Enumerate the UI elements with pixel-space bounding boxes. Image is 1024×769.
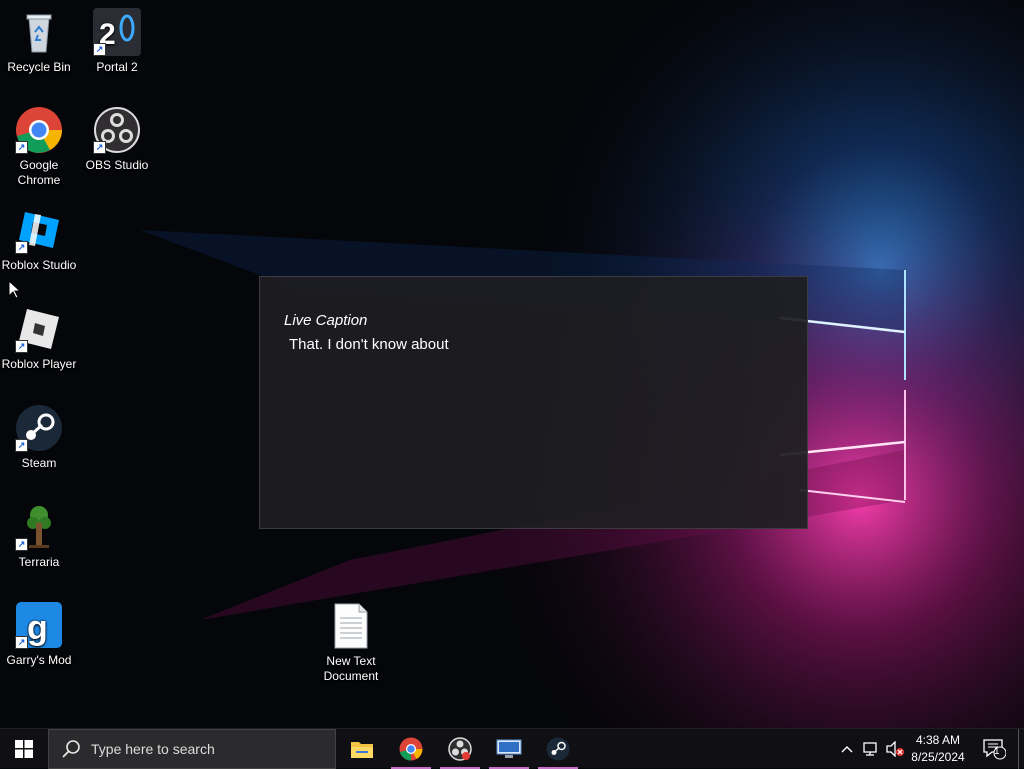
desktop-icon-recycle-bin[interactable]: Recycle Bin <box>0 8 78 75</box>
desktop-icon-label: Roblox Studio <box>1 258 77 272</box>
shortcut-arrow-icon: ↗ <box>15 636 28 649</box>
garrys-mod-icon: g ↗ <box>15 601 63 649</box>
chrome-icon: ↗ <box>15 106 63 154</box>
desktop-icon-label: OBS Studio <box>85 158 149 172</box>
desktop-icon-obs-studio[interactable]: ↗ OBS Studio <box>78 106 156 173</box>
show-desktop-button[interactable] <box>1018 729 1024 769</box>
roblox-studio-icon: ↗ <box>15 206 63 254</box>
roblox-player-icon: ↗ <box>15 305 63 353</box>
show-hidden-icons-button[interactable] <box>838 729 856 769</box>
start-button[interactable] <box>0 729 48 769</box>
live-caption-text: That. I don't know about <box>289 336 449 353</box>
steam-icon: ↗ <box>15 404 63 452</box>
taskbar-remote-desktop[interactable] <box>485 729 533 769</box>
search-icon <box>62 740 80 758</box>
remote-desktop-icon <box>496 739 522 758</box>
shortcut-arrow-icon: ↗ <box>93 43 106 56</box>
desktop-icon-label: New Text Document <box>323 654 379 683</box>
network-button[interactable] <box>860 729 882 769</box>
taskbar-steam[interactable] <box>534 729 582 769</box>
shortcut-arrow-icon: ↗ <box>15 241 28 254</box>
notification-count-badge: 1 <box>994 746 1000 757</box>
windows-logo-icon <box>15 740 33 758</box>
steam-icon <box>546 737 570 761</box>
chevron-up-icon <box>841 746 853 753</box>
clock-time: 4:38 AM <box>915 733 961 747</box>
taskbar-google-chrome[interactable] <box>387 729 435 769</box>
shortcut-arrow-icon: ↗ <box>15 538 28 551</box>
taskbar: 4:38 AM 8/25/2024 1 <box>0 728 1024 769</box>
taskbar-obs-studio[interactable] <box>436 729 484 769</box>
shortcut-arrow-icon: ↗ <box>15 439 28 452</box>
obs-icon <box>448 737 472 761</box>
mouse-cursor-icon <box>8 279 22 305</box>
chrome-icon <box>399 737 423 761</box>
shortcut-arrow-icon: ↗ <box>15 340 28 353</box>
obs-icon: ↗ <box>93 106 141 154</box>
terraria-icon: ↗ <box>15 503 63 551</box>
shortcut-arrow-icon: ↗ <box>93 141 106 154</box>
folder-icon <box>351 742 373 758</box>
desktop-icon-label: Garry's Mod <box>6 653 72 667</box>
desktop-icon-steam[interactable]: ↗ Steam <box>0 404 78 471</box>
desktop-icon-new-text-document[interactable]: New Text Document <box>312 602 390 684</box>
desktop-icon-label: Google Chrome <box>17 158 61 187</box>
network-icon <box>863 742 877 756</box>
volume-muted-icon <box>886 741 904 757</box>
clock-date: 8/25/2024 <box>911 750 965 764</box>
desktop-icon-roblox-studio[interactable]: ↗ Roblox Studio <box>0 206 78 273</box>
taskbar-clock[interactable]: 4:38 AM 8/25/2024 <box>904 732 972 766</box>
desktop-icon-label: Steam <box>21 456 57 470</box>
desktop-icon-label: Portal 2 <box>96 60 138 74</box>
live-caption-title: Live Caption <box>284 312 368 329</box>
desktop-icon-garrys-mod[interactable]: g ↗ Garry's Mod <box>0 601 78 668</box>
desktop-icon-label: Terraria <box>18 555 60 569</box>
taskbar-search-box[interactable] <box>48 729 336 769</box>
desktop-icon-google-chrome[interactable]: ↗ Google Chrome <box>0 106 78 188</box>
recycle-bin-icon <box>15 8 63 56</box>
live-caption-window[interactable]: Live Caption That. I don't know about <box>259 276 808 529</box>
shortcut-arrow-icon: ↗ <box>15 141 28 154</box>
action-center-button[interactable]: 1 <box>980 729 1008 769</box>
desktop-icon-portal-2[interactable]: 2 ↗ Portal 2 <box>78 8 156 75</box>
desktop-icon-terraria[interactable]: ↗ Terraria <box>0 503 78 570</box>
taskbar-file-explorer[interactable] <box>338 729 386 769</box>
portal2-icon: 2 ↗ <box>93 8 141 56</box>
svg-text:g: g <box>27 609 48 647</box>
volume-button[interactable] <box>884 729 906 769</box>
desktop-icon-label: Recycle Bin <box>7 60 71 74</box>
desktop-icon-label: Roblox Player <box>1 357 77 371</box>
search-input[interactable] <box>89 740 323 758</box>
desktop-icon-roblox-player[interactable]: ↗ Roblox Player <box>0 305 78 372</box>
text-document-icon <box>327 602 375 650</box>
